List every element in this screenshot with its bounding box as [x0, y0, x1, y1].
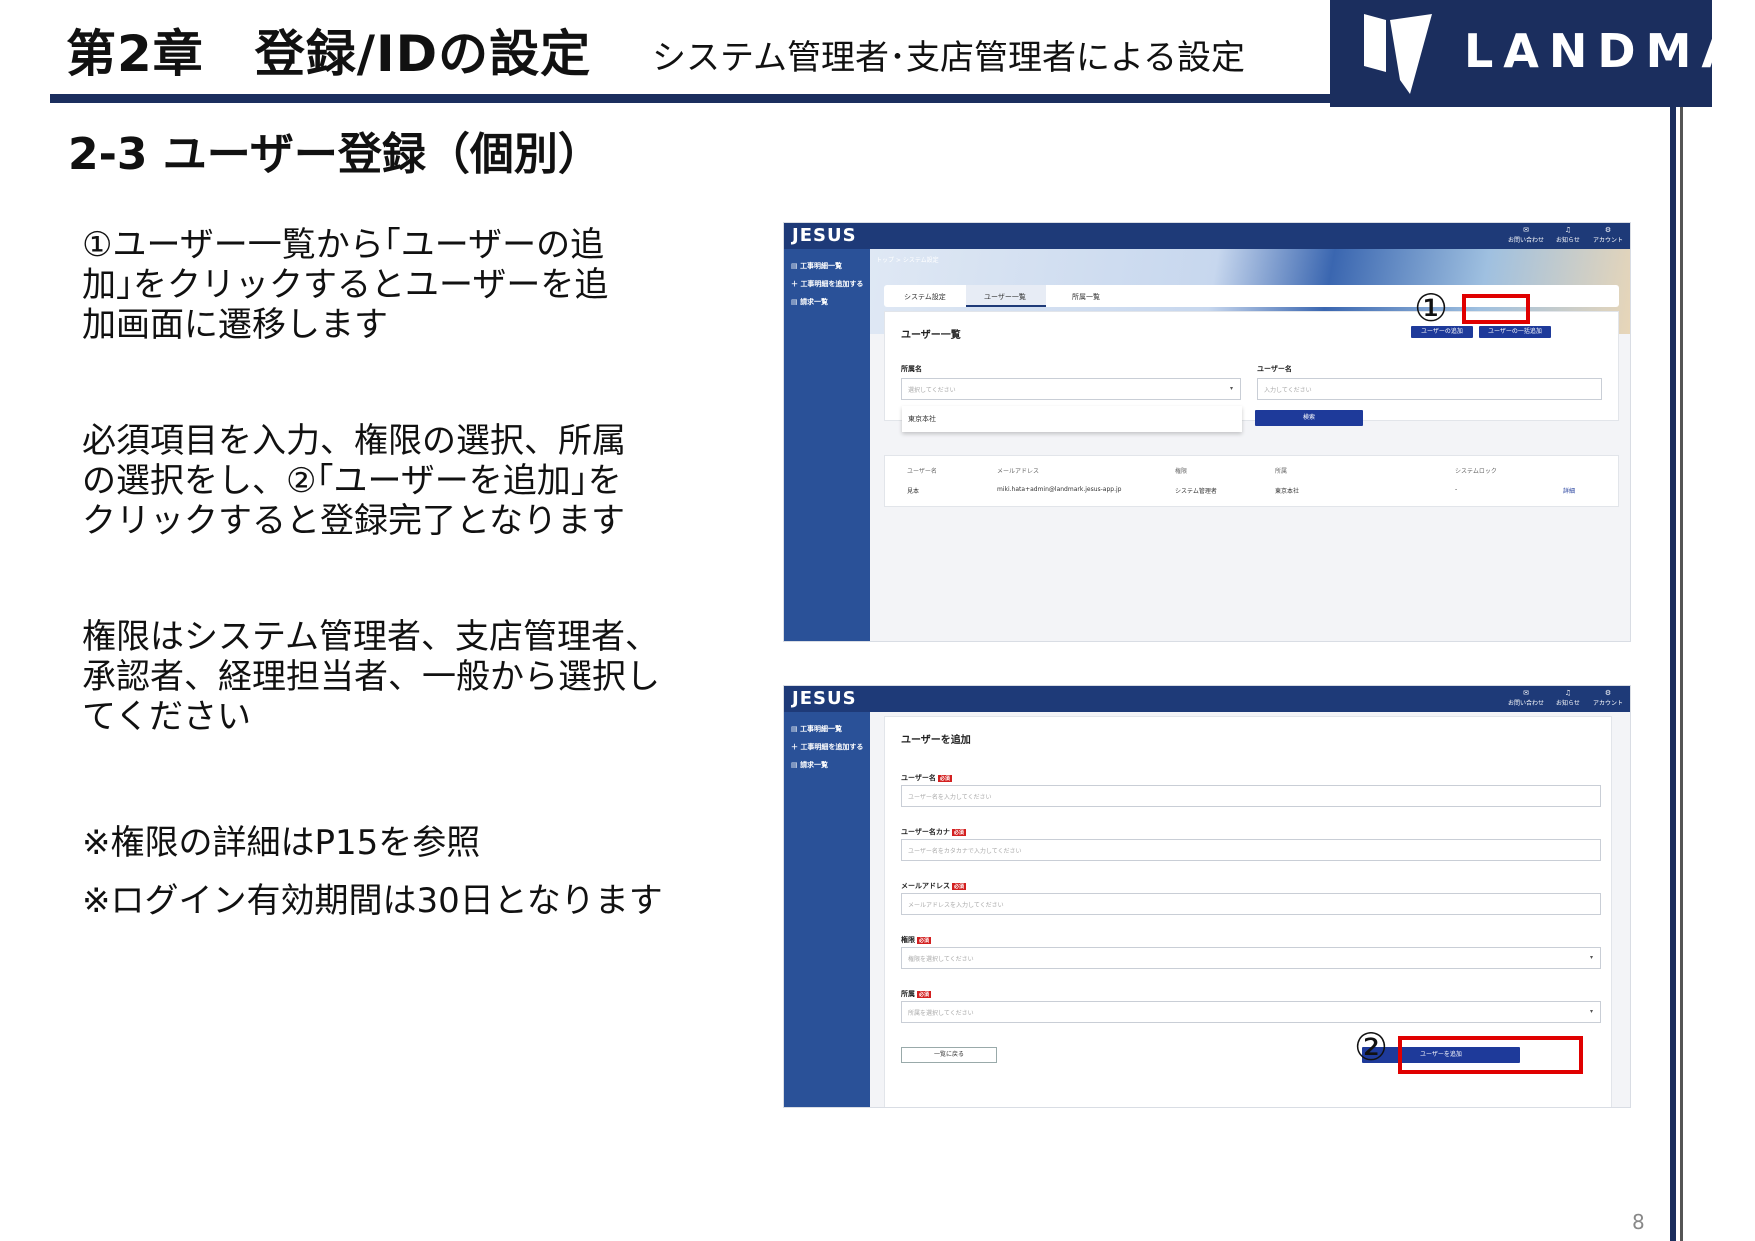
app-header: JESUS ✉ お問い合わせ ♫ お知らせ ⚙ アカウント: [784, 686, 1630, 712]
affiliation-select[interactable]: 所属を選択してください ▾: [901, 1001, 1601, 1023]
card-title: ユーザー一覧: [901, 330, 961, 341]
cell-affiliation: 東京本社: [1275, 488, 1300, 495]
chapter-title: 第2章 登録/IDの設定: [66, 25, 592, 83]
section-title: 2-3 ユーザー登録（個別）: [68, 129, 602, 180]
chevron-down-icon: ▾: [1589, 954, 1593, 961]
logo-text: LANDMARK: [1464, 24, 1755, 78]
app-brand: JESUS: [792, 225, 857, 246]
tab-affiliation-list[interactable]: 所属一覧: [1072, 292, 1100, 302]
mail-icon: ✉: [1523, 689, 1529, 697]
detail-link[interactable]: 詳細: [1563, 486, 1575, 495]
nav-contact[interactable]: ✉ お問い合わせ: [1506, 689, 1546, 707]
sidebar-item-add-work[interactable]: ＋ 工事明細を追加する: [791, 279, 863, 289]
app-brand: JESUS: [792, 688, 857, 709]
sidebar-item-invoices[interactable]: ▤ 請求一覧: [791, 297, 828, 307]
chapter-subtitle: システム管理者･支店管理者による設定: [652, 38, 1245, 78]
role-select[interactable]: 権限を選択してください ▾: [901, 947, 1601, 969]
username-input[interactable]: 入力してください: [1257, 378, 1602, 400]
tab-system-settings[interactable]: システム設定: [904, 292, 946, 302]
user-list-screenshot: JESUS ✉ お問い合わせ ♫ お知らせ ⚙ アカウント ▤ 工事明細一覧 ＋ 工事…: [783, 222, 1631, 642]
email-input[interactable]: メールアドレスを入力してください: [901, 893, 1601, 915]
right-border: [1670, 107, 1676, 1241]
highlight-add-user: [1462, 294, 1530, 324]
add-user-screenshot: JESUS ✉ お問い合わせ ♫ お知らせ ⚙ アカウント ▤ 工事明細一覧 ＋ 工事…: [783, 685, 1631, 1108]
column-header: 所属: [1275, 468, 1288, 475]
note-2: ※ログイン有効期間は30日となります: [82, 881, 663, 921]
username-filter-label: ユーザー名: [1257, 365, 1292, 373]
nav-news[interactable]: ♫ お知らせ: [1548, 689, 1588, 707]
cell-lock: -: [1455, 486, 1458, 493]
marker-2: ②: [1354, 1025, 1389, 1069]
nav-news[interactable]: ♫ お知らせ: [1548, 226, 1588, 244]
required-badge: 必須: [951, 828, 966, 836]
sidebar-item-add-work[interactable]: ＋ 工事明細を追加する: [791, 742, 863, 752]
chevron-down-icon: ▾: [1589, 1008, 1593, 1015]
mail-icon: ✉: [1523, 226, 1529, 234]
landmark-logo: LANDMARK: [1330, 0, 1755, 107]
marker-1: ①: [1414, 286, 1449, 330]
required-badge: 必須: [917, 990, 932, 998]
paragraph-3: 権限はシステム管理者、支店管理者、承認者、経理担当者、一般から選択してください: [82, 617, 660, 737]
column-header: メールアドレス: [997, 468, 1040, 475]
header-rule: [50, 94, 1330, 103]
breadcrumb: トップ > システム設定: [876, 257, 939, 264]
bulk-add-user-button[interactable]: ユーザーの一括追加: [1479, 326, 1551, 338]
search-button[interactable]: 検索: [1255, 410, 1363, 426]
nav-account[interactable]: ⚙ アカウント: [1588, 689, 1628, 707]
sidebar-item-works[interactable]: ▤ 工事明細一覧: [791, 261, 842, 271]
user-table: ユーザー名 メールアドレス 権限 所属 システムロック 見本 miki.hata…: [884, 455, 1619, 507]
highlight-add-user-submit: [1398, 1036, 1583, 1074]
field-label-role: 権限 必須: [901, 936, 932, 944]
column-header: ユーザー名: [907, 468, 937, 475]
affiliation-select[interactable]: 選択してください ▾: [901, 378, 1241, 400]
username-kana-input[interactable]: ユーザー名をカタカナで入力してください: [901, 839, 1601, 861]
card-title: ユーザーを追加: [901, 735, 971, 746]
back-to-list-button[interactable]: 一覧に戻る: [901, 1047, 997, 1063]
nav-account[interactable]: ⚙ アカウント: [1588, 226, 1628, 244]
field-label-username-kana: ユーザー名カナ 必須: [901, 828, 966, 836]
username-input[interactable]: ユーザー名を入力してください: [901, 785, 1601, 807]
bell-icon: ♫: [1564, 689, 1572, 697]
landmark-mark-icon: [1364, 14, 1432, 94]
cell-role: システム管理者: [1175, 488, 1217, 495]
cell-name: 見本: [907, 488, 920, 495]
app-sidebar: ▤ 工事明細一覧 ＋ 工事明細を追加する ▤ 請求一覧: [784, 249, 870, 641]
required-badge: 必須: [952, 882, 967, 890]
column-header: システムロック: [1455, 468, 1497, 475]
cell-email: miki.hata+admin@landmark.jesus-app.jp: [997, 486, 1122, 493]
affiliation-filter-label: 所属名: [901, 365, 922, 373]
chevron-down-icon: ▾: [1229, 385, 1233, 392]
user-list-card: ユーザー一覧 ユーザーの追加 ユーザーの一括追加 所属名 選択してください ▾ ユ…: [884, 311, 1619, 426]
tab-user-list[interactable]: ユーザー一覧: [984, 292, 1026, 302]
required-badge: 必須: [937, 774, 952, 782]
app-header: JESUS ✉ お問い合わせ ♫ お知らせ ⚙ アカウント: [784, 223, 1630, 249]
account-icon: ⚙: [1604, 226, 1612, 234]
page-number: 8: [1632, 1210, 1645, 1234]
right-border-thin: [1680, 107, 1683, 1241]
paragraph-1: ①ユーザー一覧から｢ユーザーの追加｣をクリックするとユーザーを追加画面に遷移しま…: [82, 225, 609, 345]
nav-contact[interactable]: ✉ お問い合わせ: [1506, 226, 1546, 244]
paragraph-2: 必須項目を入力、権限の選択、所属の選択をし、②｢ユーザーを追加｣をクリックすると…: [82, 421, 626, 541]
bell-icon: ♫: [1564, 226, 1572, 234]
sidebar-item-invoices[interactable]: ▤ 請求一覧: [791, 760, 828, 770]
sidebar-item-works[interactable]: ▤ 工事明細一覧: [791, 724, 842, 734]
field-label-affiliation: 所属 必須: [901, 990, 932, 998]
required-badge: 必須: [917, 936, 932, 944]
field-label-username: ユーザー名 必須: [901, 774, 952, 782]
field-label-email: メールアドレス 必須: [901, 882, 967, 890]
column-header: 権限: [1175, 468, 1188, 475]
app-sidebar: ▤ 工事明細一覧 ＋ 工事明細を追加する ▤ 請求一覧: [784, 712, 870, 1107]
note-1: ※権限の詳細はP15を参照: [82, 823, 481, 863]
affiliation-dropdown-option[interactable]: 東京本社: [902, 406, 1242, 432]
account-icon: ⚙: [1604, 689, 1612, 697]
